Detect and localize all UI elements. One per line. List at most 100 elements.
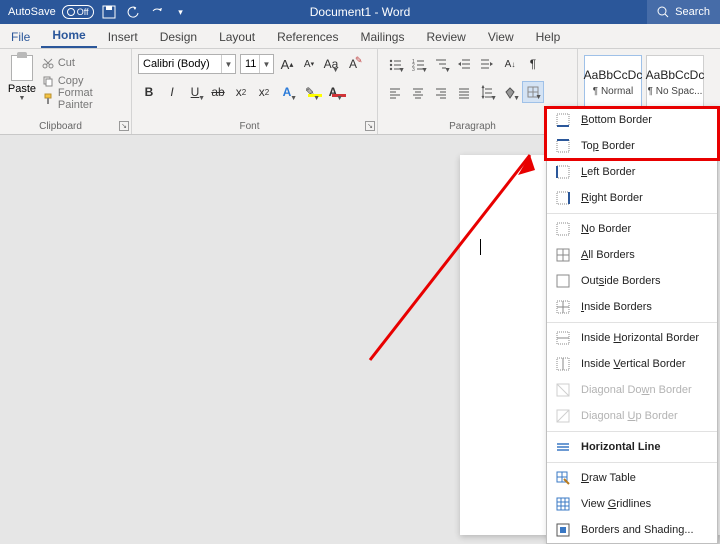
search-label: Search	[675, 6, 710, 18]
clear-formatting-button[interactable]: A✎	[344, 53, 362, 75]
font-name-combo[interactable]: Calibri (Body)▼	[138, 54, 236, 74]
format-painter-button[interactable]: Format Painter	[42, 91, 125, 107]
menu-top-border[interactable]: Top Border	[547, 133, 717, 159]
group-label-paragraph: Paragraph	[378, 121, 567, 132]
underline-button[interactable]: U▼	[184, 81, 206, 103]
cut-button[interactable]: Cut	[42, 55, 125, 71]
left-border-icon	[555, 164, 571, 180]
horiz-line-icon	[555, 439, 571, 455]
menu-view-gridlines[interactable]: View Gridlines	[547, 491, 717, 517]
subscript-button[interactable]: x2	[230, 81, 252, 103]
group-clipboard: Paste ▼ Cut Copy Format Painter Clipboar…	[0, 49, 132, 134]
shrink-font-button[interactable]: A▾	[300, 53, 318, 75]
multilevel-list-button[interactable]: ▼	[430, 53, 452, 75]
menu-draw-table[interactable]: Draw Table	[547, 465, 717, 491]
show-marks-button[interactable]: ¶	[522, 53, 544, 75]
text-cursor	[480, 239, 481, 255]
menu-horizontal-line[interactable]: Horizontal Line	[547, 434, 717, 460]
top-border-icon	[555, 138, 571, 154]
italic-button[interactable]: I	[161, 81, 183, 103]
title-bar: AutoSave Off ▾ Document1 - Word Search	[0, 0, 720, 24]
align-left-button[interactable]	[384, 81, 406, 103]
superscript-button[interactable]: x2	[253, 81, 275, 103]
search-box[interactable]: Search	[647, 0, 720, 24]
tab-view[interactable]: View	[477, 26, 525, 48]
menu-inside-vertical[interactable]: Inside Vertical Border	[547, 351, 717, 377]
redo-icon[interactable]	[148, 3, 166, 21]
document-title: Document1 - Word	[310, 5, 410, 19]
clipboard-launcher[interactable]: ↘	[119, 121, 129, 131]
highlight-button[interactable]: ✎▼	[299, 81, 321, 103]
autosave-label: AutoSave	[8, 6, 56, 18]
borders-dropdown-menu: Bottom Border Top Border Left Border Rig…	[546, 106, 718, 544]
tab-design[interactable]: Design	[149, 26, 208, 48]
menu-bottom-border[interactable]: Bottom Border	[547, 107, 717, 133]
decrease-indent-button[interactable]	[453, 53, 475, 75]
inside-horiz-icon	[555, 330, 571, 346]
font-size-combo[interactable]: 11▼	[240, 54, 274, 74]
inside-vert-icon	[555, 356, 571, 372]
menu-right-border[interactable]: Right Border	[547, 185, 717, 211]
menu-inside-horizontal[interactable]: Inside Horizontal Border	[547, 325, 717, 351]
increase-indent-button[interactable]	[476, 53, 498, 75]
tab-file[interactable]: File	[0, 26, 41, 48]
paintbrush-icon	[42, 93, 54, 105]
menu-all-borders[interactable]: All Borders	[547, 242, 717, 268]
justify-button[interactable]	[453, 81, 475, 103]
copy-icon	[42, 75, 54, 87]
menu-separator	[547, 462, 717, 463]
tab-insert[interactable]: Insert	[97, 26, 149, 48]
numbering-button[interactable]: 123▼	[407, 53, 429, 75]
search-icon	[657, 6, 669, 18]
menu-outside-borders[interactable]: Outside Borders	[547, 268, 717, 294]
font-launcher[interactable]: ↘	[365, 121, 375, 131]
inside-borders-icon	[555, 299, 571, 315]
menu-separator	[547, 322, 717, 323]
draw-table-icon	[555, 470, 571, 486]
bottom-border-icon	[555, 112, 571, 128]
align-center-button[interactable]	[407, 81, 429, 103]
scissors-icon	[42, 57, 54, 69]
qat-customize-icon[interactable]: ▾	[172, 3, 190, 21]
save-icon[interactable]	[100, 3, 118, 21]
sort-button[interactable]: A↓	[499, 53, 521, 75]
undo-icon[interactable]	[124, 3, 142, 21]
menu-borders-shading[interactable]: Borders and Shading...	[547, 517, 717, 543]
menu-no-border[interactable]: No Border	[547, 216, 717, 242]
menu-diagonal-down: Diagonal Down Border	[547, 377, 717, 403]
tab-review[interactable]: Review	[415, 26, 476, 48]
line-spacing-button[interactable]: ▼	[476, 81, 498, 103]
autosave-toggle[interactable]: Off	[62, 5, 94, 19]
bold-button[interactable]: B	[138, 81, 160, 103]
tab-mailings[interactable]: Mailings	[349, 26, 415, 48]
group-label-font: Font	[132, 121, 367, 132]
text-effects-button[interactable]: A▼	[276, 81, 298, 103]
gridlines-icon	[555, 496, 571, 512]
group-label-clipboard: Clipboard	[0, 121, 121, 132]
strikethrough-button[interactable]: ab	[207, 81, 229, 103]
tab-references[interactable]: References	[266, 26, 349, 48]
menu-left-border[interactable]: Left Border	[547, 159, 717, 185]
borders-shading-icon	[555, 522, 571, 538]
diag-up-icon	[555, 408, 571, 424]
no-border-icon	[555, 221, 571, 237]
borders-button[interactable]: ▼	[522, 81, 544, 103]
change-case-button[interactable]: Aa▼	[322, 53, 340, 75]
tab-help[interactable]: Help	[525, 26, 572, 48]
style-normal[interactable]: AaBbCcDc ¶ Normal	[584, 55, 642, 109]
tab-home[interactable]: Home	[41, 24, 96, 48]
align-right-button[interactable]	[430, 81, 452, 103]
bullets-button[interactable]: ▼	[384, 53, 406, 75]
menu-inside-borders[interactable]: Inside Borders	[547, 294, 717, 320]
font-color-button[interactable]: A▼	[322, 81, 344, 103]
menu-separator	[547, 431, 717, 432]
style-no-spacing[interactable]: AaBbCcDc ¶ No Spac...	[646, 55, 704, 109]
svg-text:3: 3	[412, 67, 415, 71]
tab-layout[interactable]: Layout	[208, 26, 266, 48]
ribbon-tabs: File Home Insert Design Layout Reference…	[0, 24, 720, 49]
grow-font-button[interactable]: A▴	[278, 53, 296, 75]
menu-separator	[547, 213, 717, 214]
clipboard-icon	[11, 55, 33, 81]
menu-diagonal-up: Diagonal Up Border	[547, 403, 717, 429]
shading-button[interactable]: ▼	[499, 81, 521, 103]
